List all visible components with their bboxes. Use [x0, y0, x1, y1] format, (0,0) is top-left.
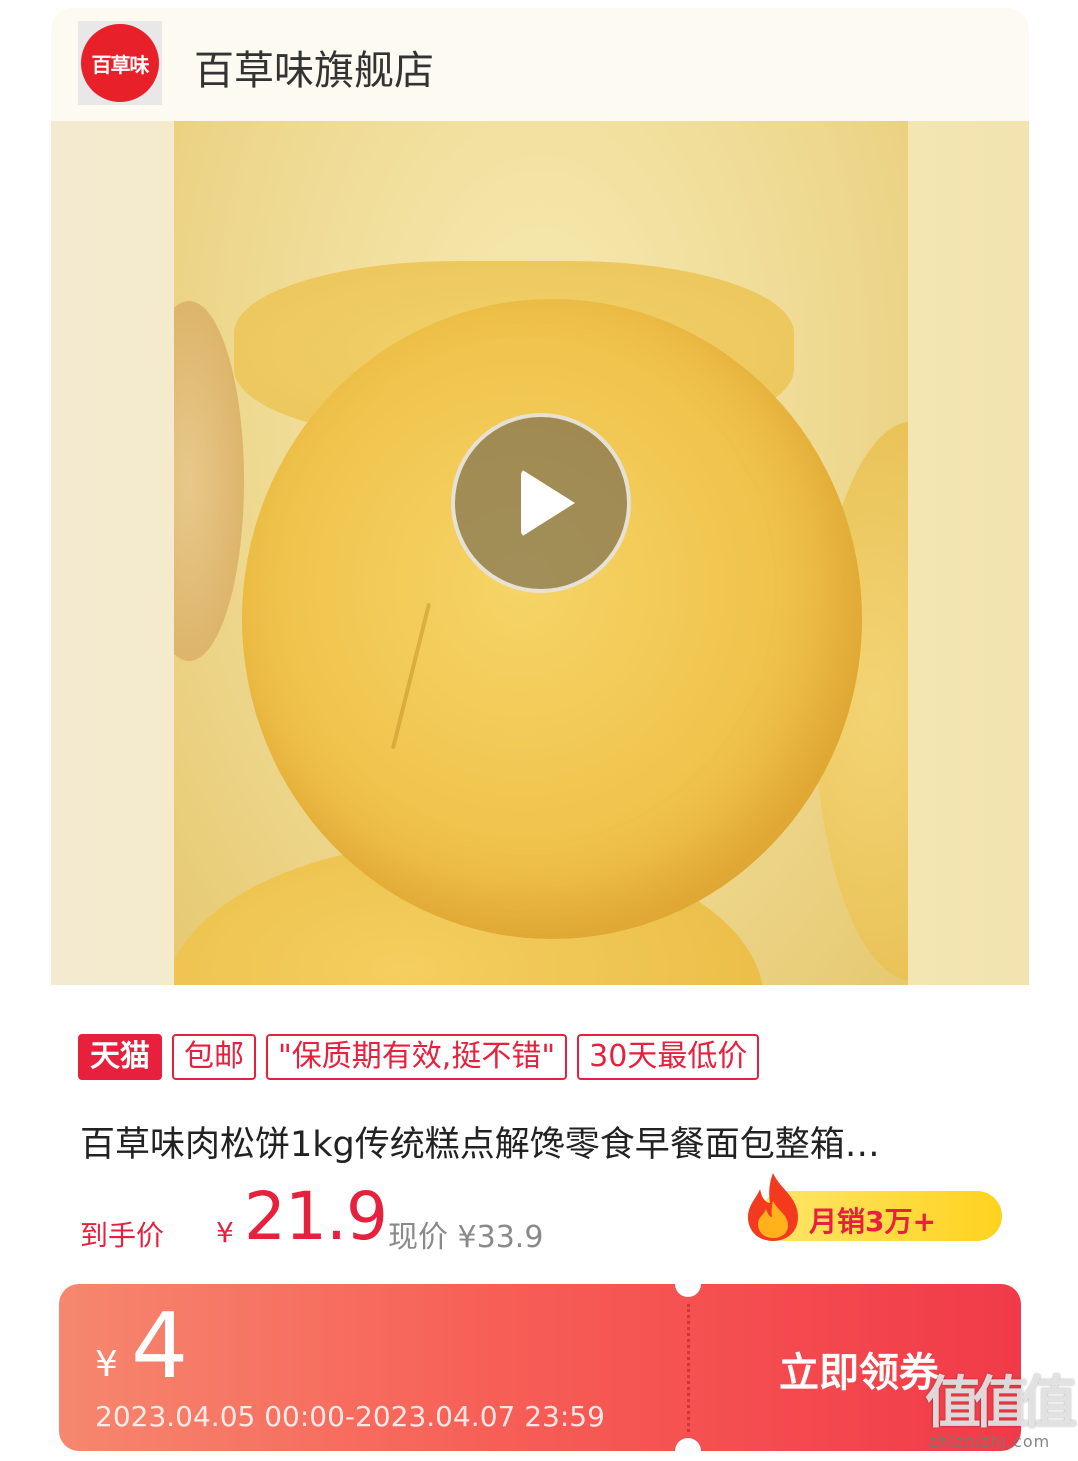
store-logo: 百草味	[78, 21, 162, 105]
coupon[interactable]: ¥ 4 2023.04.05 00:00-2023.04.07 23:59 立即…	[59, 1284, 1021, 1451]
store-logo-text: 百草味	[81, 24, 159, 102]
site-watermark: 值值值 zhizhizhi.com	[925, 1371, 1077, 1458]
play-icon	[521, 469, 575, 537]
watermark-mark: 值值值	[925, 1371, 1077, 1436]
tag-lowest-price: 30天最低价	[577, 1034, 760, 1080]
coupon-currency: ¥	[95, 1344, 118, 1385]
tag-tmall: 天猫	[78, 1034, 162, 1080]
store-name[interactable]: 百草味旗舰店	[194, 38, 434, 96]
product-title[interactable]: 百草味肉松饼1kg传统糕点解馋零食早餐面包整箱…	[80, 1116, 1000, 1167]
tag-free-shipping: 包邮	[172, 1034, 256, 1080]
sales-text: 月销3万+	[809, 1205, 936, 1238]
tag-list: 天猫 包邮 "保质期有效,挺不错" 30天最低价	[78, 1034, 760, 1080]
claim-coupon-button[interactable]: 立即领券	[779, 1340, 939, 1398]
coupon-validity: 2023.04.05 00:00-2023.04.07 23:59	[95, 1400, 605, 1433]
flame-icon	[748, 1173, 798, 1241]
current-price: 现价 ¥33.9	[388, 1220, 544, 1255]
product-card[interactable]: 百草味 百草味旗舰店 天猫 包邮 "保质期有效,挺不错" 30天最低价 百草味肉…	[51, 8, 1029, 1461]
product-video[interactable]	[51, 121, 1029, 985]
coupon-notch-bottom	[675, 1438, 701, 1451]
coupon-notch-top	[675, 1284, 701, 1297]
coupon-amount: 4	[131, 1294, 189, 1399]
tag-review-quote: "保质期有效,挺不错"	[266, 1034, 568, 1080]
final-price-label: 到手价	[80, 1219, 165, 1252]
store-header[interactable]: 百草味 百草味旗舰店	[51, 8, 1029, 121]
coupon-divider	[687, 1304, 690, 1432]
play-button[interactable]	[451, 413, 631, 593]
final-price-value: 21.9	[244, 1178, 388, 1255]
final-price-currency: ¥	[216, 1216, 234, 1249]
pastry-main	[242, 299, 862, 939]
